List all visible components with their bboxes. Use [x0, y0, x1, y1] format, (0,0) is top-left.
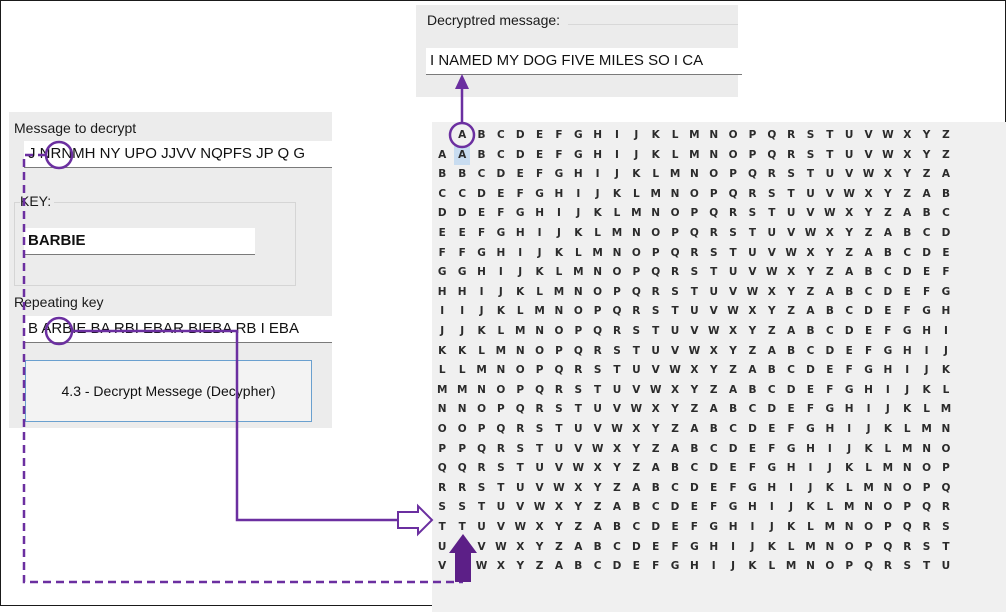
row-pointer-arrow: [397, 503, 434, 537]
key-path-line: [72, 329, 400, 522]
column-pointer-arrow: [449, 534, 477, 582]
key-letter-circle: [44, 316, 74, 346]
message-letter-circle: [44, 140, 74, 170]
header-a-circle: [448, 121, 476, 149]
annotation-overlay: [22, 74, 477, 584]
up-arrow-head: [455, 74, 469, 89]
